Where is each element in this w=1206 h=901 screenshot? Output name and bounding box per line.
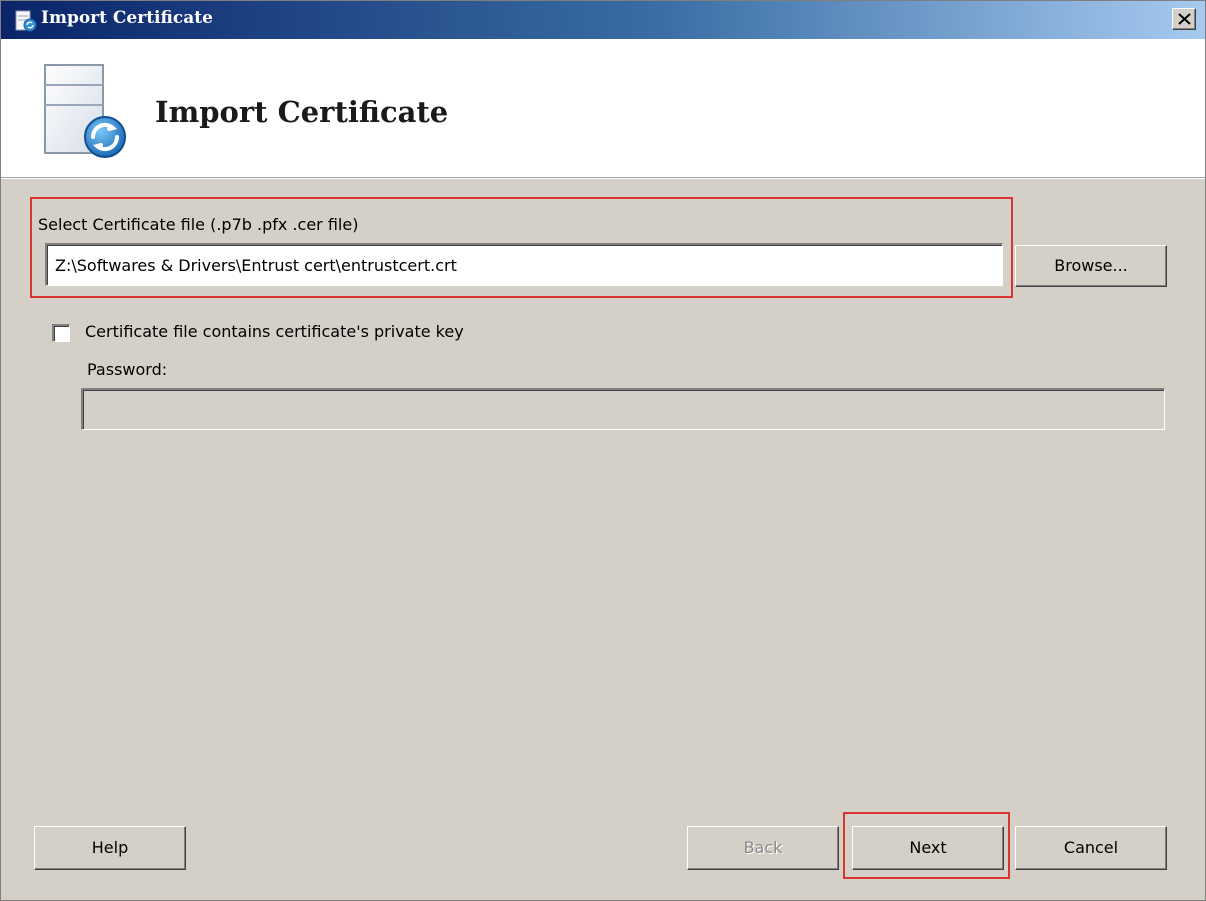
- certificate-import-icon: [15, 10, 37, 32]
- page-title: Import Certificate: [155, 95, 449, 129]
- password-label: Password:: [87, 360, 168, 379]
- private-key-label: Certificate file contains certificate's …: [85, 322, 464, 341]
- private-key-checkbox[interactable]: [52, 324, 70, 342]
- cancel-button[interactable]: Cancel: [1015, 826, 1167, 870]
- close-button[interactable]: [1172, 8, 1196, 30]
- cert-file-label: Select Certificate file (.p7b .pfx .cer …: [38, 215, 359, 234]
- back-button[interactable]: Back: [687, 826, 839, 870]
- browse-button[interactable]: Browse...: [1015, 245, 1167, 287]
- cert-file-path-input[interactable]: Z:\Softwares & Drivers\Entrust cert\entr…: [45, 243, 1003, 286]
- window-title: Import Certificate: [41, 8, 213, 28]
- certificate-import-icon: [44, 64, 126, 158]
- dialog-header: Import Certificate: [1, 39, 1205, 178]
- close-icon: [1178, 13, 1191, 25]
- password-field[interactable]: [81, 388, 1165, 430]
- title-bar[interactable]: Import Certificate: [1, 1, 1205, 39]
- help-button[interactable]: Help: [34, 826, 186, 870]
- next-button[interactable]: Next: [852, 826, 1004, 870]
- import-certificate-dialog: Import Certificate Import Certificate Se…: [0, 0, 1206, 901]
